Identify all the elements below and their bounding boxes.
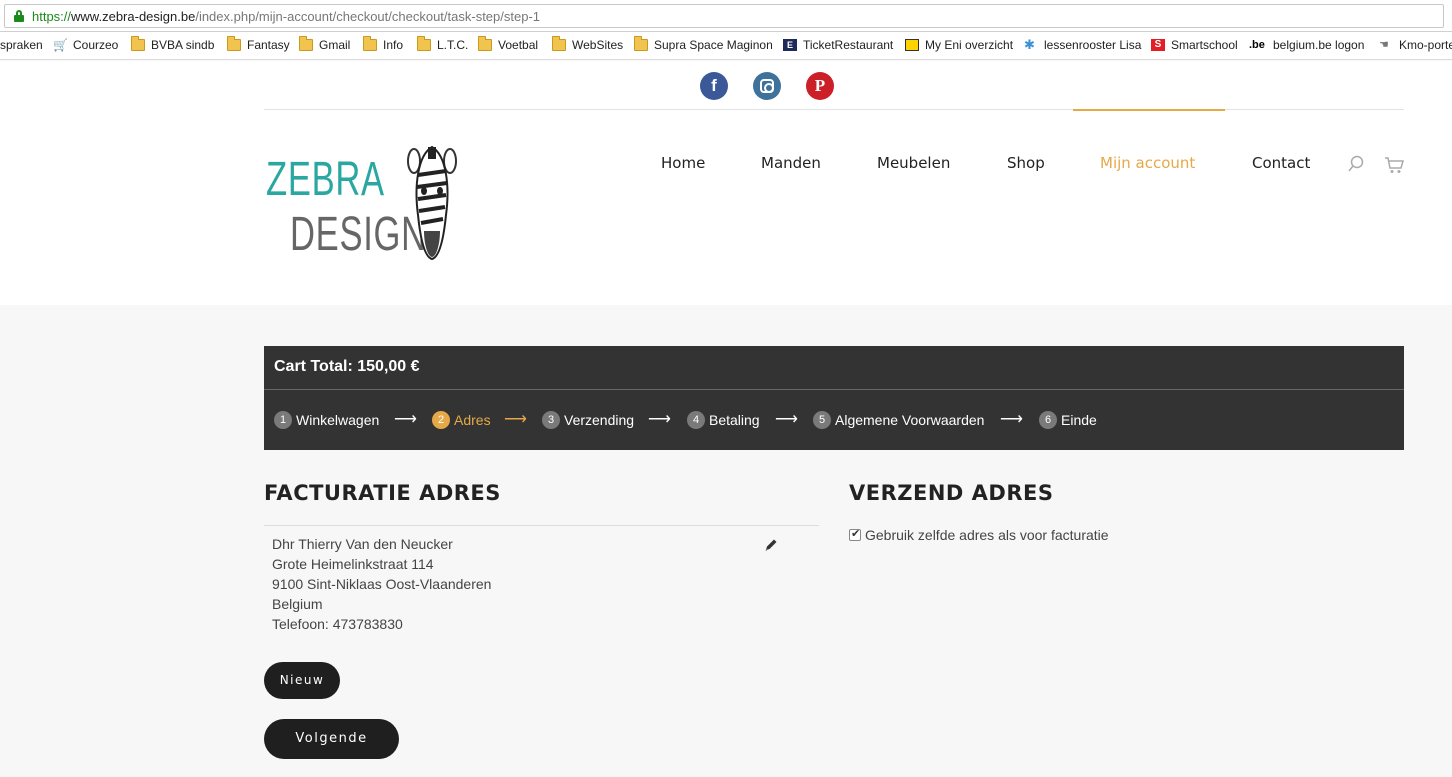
bookmark-belgium[interactable]: .be belgium.be logon [1249,38,1364,52]
bookmark-bvba-sindb[interactable]: BVBA sindb [131,36,214,52]
nav-mijn-account[interactable]: Mijn account [1100,154,1195,172]
next-button[interactable]: Volgende [264,719,399,759]
nav-contact[interactable]: Contact [1252,154,1310,172]
lessenrooster-icon: ✱ [1024,37,1035,52]
address-field[interactable]: https://www.zebra-design.be/index.php/mi… [4,4,1444,28]
smartschool-icon: S [1151,39,1165,51]
bookmark-info[interactable]: Info [363,36,403,52]
header-divider [264,109,1404,110]
logo-text-zebra: ZEBRA [266,153,385,206]
step-betaling[interactable]: 4 Betaling [687,411,760,429]
folder-icon [634,36,648,51]
lock-icon [14,10,24,22]
cart-icon: 🛒 [53,38,68,52]
bookmark-gmail[interactable]: Gmail [299,36,350,52]
nav-manden[interactable]: Manden [761,154,821,172]
folder-icon [299,36,313,51]
billing-city: 9100 Sint-Niklaas Oost-Vlaanderen [272,576,492,592]
active-nav-indicator [1073,109,1225,111]
bookmark-kmo[interactable]: ☚ Kmo-porte [1379,38,1452,52]
bookmark-websites[interactable]: WebSites [552,36,623,52]
nav-shop[interactable]: Shop [1007,154,1045,172]
checkout-progress-bar: Cart Total: 150,00 € 1 Winkelwagen ⟶ 2 Adr… [264,346,1404,450]
billing-address: Dhr Thierry Van den Neucker Grote Heimel… [272,534,491,634]
billing-street: Grote Heimelinkstraat 114 [272,556,434,572]
instagram-icon[interactable] [753,72,781,100]
step-algemene-voorwaarden[interactable]: 5 Algemene Voorwaarden [813,411,984,429]
browser-url-bar: https://www.zebra-design.be/index.php/mi… [0,0,1452,32]
ticketrestaurant-icon: E [783,39,797,51]
search-icon[interactable] [1347,155,1365,173]
url-text[interactable]: https://www.zebra-design.be/index.php/mi… [32,9,540,24]
folder-icon [478,36,492,51]
bookmark-fantasy[interactable]: Fantasy [227,36,290,52]
site-header: f P ZEBRA DESIGN Home Manden Meubelen Sh… [0,61,1452,305]
step-verzending[interactable]: 3 Verzending [542,411,634,429]
same-address-label[interactable]: Gebruik zelfde adres als voor facturatie [865,527,1109,543]
bookmark-supra-space-maginon[interactable]: Supra Space Maginon [634,36,773,52]
pinterest-icon[interactable]: P [806,72,834,100]
folder-icon [227,36,241,51]
edit-pencil-icon[interactable] [763,537,779,553]
billing-country: Belgium [272,596,323,612]
shipping-title: VERZEND ADRES [849,481,1054,505]
bookmark-my-eni[interactable]: My Eni overzicht [905,38,1013,52]
cart-icon[interactable] [1384,156,1404,174]
bookmark-lessenrooster[interactable]: ✱ lessenrooster Lisa [1024,38,1141,52]
step-arrow: ⟶ [775,411,798,428]
folder-icon [417,36,431,51]
new-address-button[interactable]: Nieuw [264,662,340,699]
billing-phone: Telefoon: 473783830 [272,616,403,632]
folder-icon [131,36,145,51]
folder-icon [552,36,566,51]
bookmark-voetbal[interactable]: Voetbal [478,36,538,52]
folder-icon [363,36,377,51]
belgium-icon: .be [1249,39,1265,51]
cart-total: Cart Total: 150,00 € [274,358,420,375]
billing-divider [264,525,819,526]
step-winkelwagen[interactable]: 1 Winkelwagen [274,411,379,429]
bookmark-ltc[interactable]: L.T.C. [417,36,468,52]
bookmark-spraken[interactable]: spraken [0,38,43,52]
bookmark-smartschool[interactable]: S Smartschool [1151,38,1238,52]
eni-icon [905,39,919,51]
bookmark-courzeo[interactable]: 🛒 Courzeo [53,38,118,52]
step-arrow: ⟶ [1000,411,1023,428]
bookmarks-bar: spraken 🛒 Courzeo BVBA sindb Fantasy Gmai… [0,32,1452,60]
billing-title: FACTURATIE ADRES [264,481,501,505]
step-arrow: ⟶ [394,411,417,428]
billing-name: Dhr Thierry Van den Neucker [272,536,453,552]
facebook-icon[interactable]: f [700,72,728,100]
kmo-icon: ☚ [1379,39,1389,51]
step-einde[interactable]: 6 Einde [1039,411,1097,429]
checkout-divider [264,389,1404,390]
step-arrow: ⟶ [504,411,527,428]
same-address-checkbox[interactable] [849,527,861,541]
bookmark-ticketrestaurant[interactable]: E TicketRestaurant [783,38,893,52]
zebra-head-icon [407,145,457,261]
step-adres[interactable]: 2 Adres [432,411,491,429]
step-arrow: ⟶ [648,411,671,428]
nav-meubelen[interactable]: Meubelen [877,154,950,172]
nav-home[interactable]: Home [661,154,705,172]
